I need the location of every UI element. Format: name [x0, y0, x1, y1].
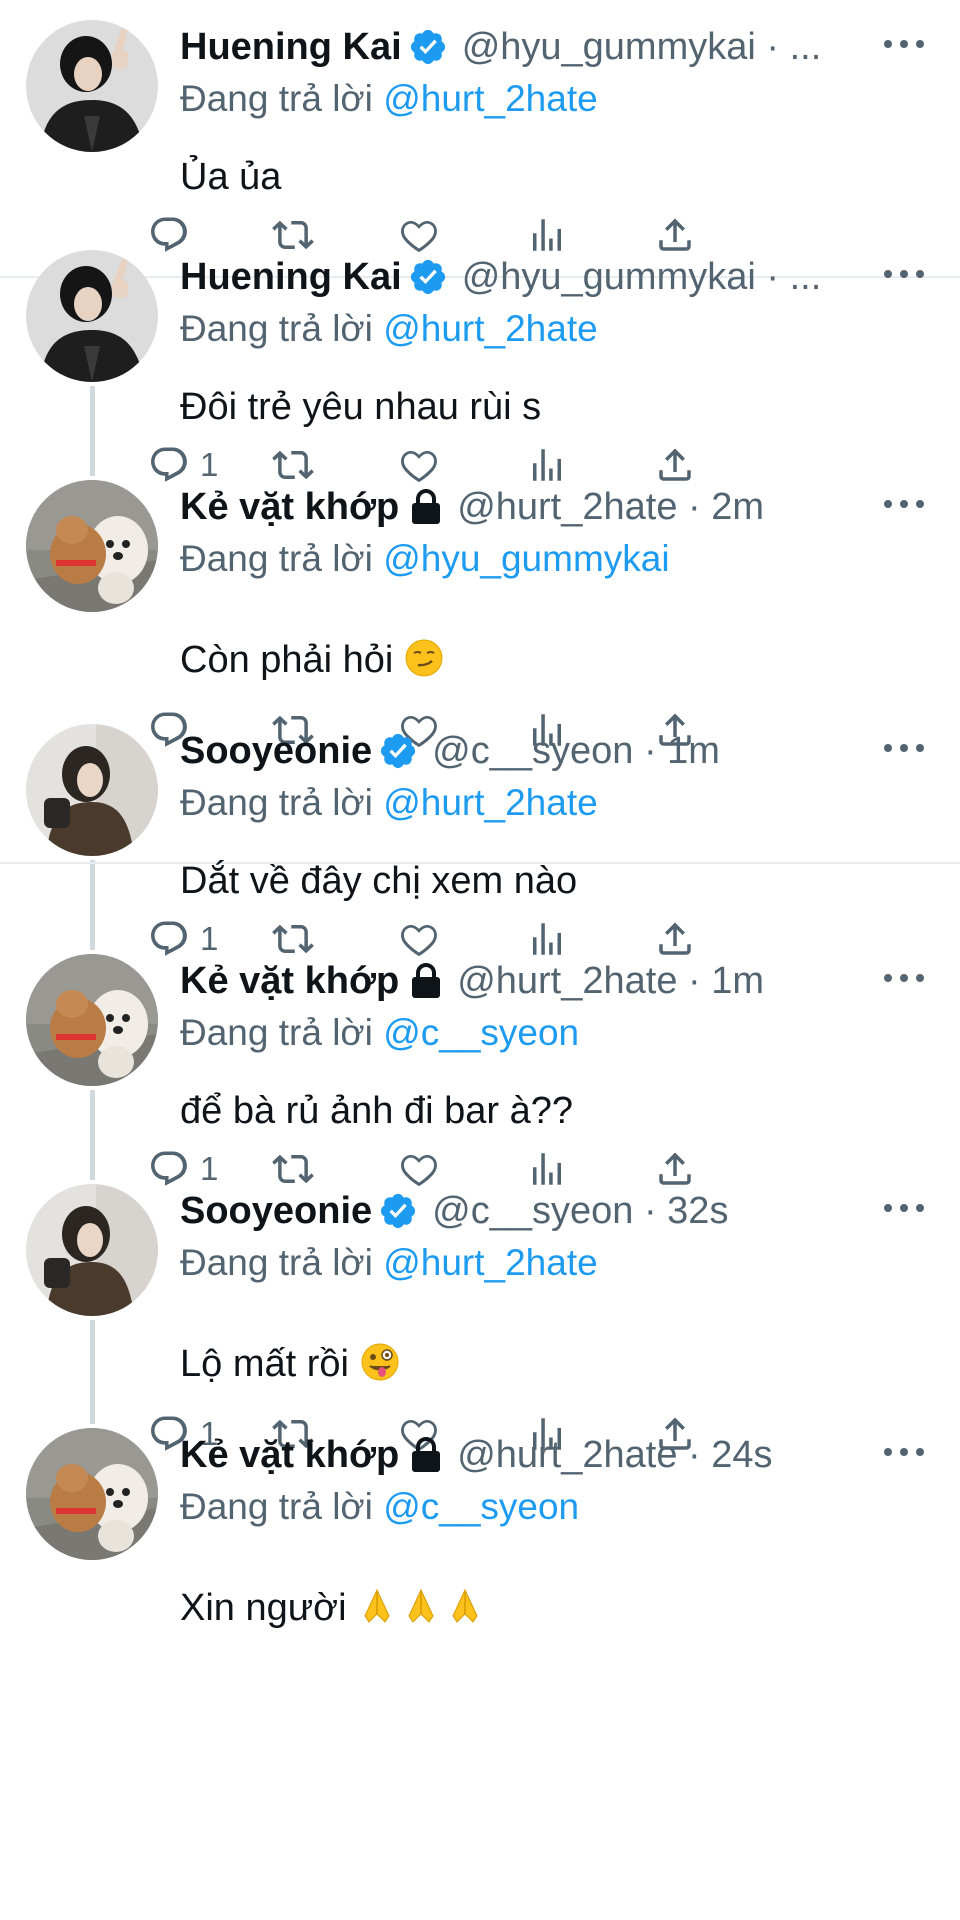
replying-to: Đang trả lời @hurt_2hate: [180, 74, 598, 124]
more-icon[interactable]: [884, 254, 924, 294]
tweet-header: Kẻ vặt khớp @hurt_2hate · 2m: [180, 482, 960, 532]
lock-icon: [412, 963, 441, 998]
reply-mention-link[interactable]: @hurt_2hate: [383, 782, 597, 823]
author-handle[interactable]: @hurt_2hate · 2m: [457, 482, 764, 532]
tweet[interactable]: Kẻ vặt khớp @hurt_2hate · 24s Đang trả lời…: [0, 1408, 960, 1648]
verified-icon: [381, 1193, 416, 1229]
reply-prefix: Đang trả lời: [180, 1486, 373, 1527]
tweet-body: Xin người: [180, 1587, 347, 1629]
tweet[interactable]: Kẻ vặt khớp @hurt_2hate · 1m Đang trả lời …: [0, 934, 960, 1187]
tweet-text: Còn phải hỏi: [180, 635, 444, 685]
tweet-text: Dắt về đây chị xem nào: [180, 856, 577, 906]
verified-icon: [410, 259, 445, 295]
avatar[interactable]: [26, 20, 158, 152]
tweet[interactable]: Sooyeonie @c__syeon · 32s Đang trả lời @hu…: [0, 1164, 960, 1452]
tweet-text: Xin người: [180, 1583, 489, 1633]
author-name[interactable]: Huening Kai: [180, 252, 402, 302]
tweet-text: Lộ mất rồi: [180, 1339, 400, 1389]
reply-prefix: Đang trả lời: [180, 308, 373, 349]
tweet-body: Ủa ủa: [180, 156, 282, 198]
reply-mention-link[interactable]: @hurt_2hate: [383, 1242, 597, 1283]
author-name[interactable]: Sooyeonie: [180, 1186, 372, 1236]
author-handle[interactable]: @c__syeon · 32s: [432, 1186, 728, 1236]
verified-icon: [381, 733, 416, 769]
replying-to: Đang trả lời @hurt_2hate: [180, 1238, 598, 1288]
reply-mention-link[interactable]: @hurt_2hate: [383, 78, 597, 119]
author-handle[interactable]: @hyu_gummykai · ...: [462, 252, 822, 302]
pray-emoji-icon: [452, 1588, 478, 1623]
tweet[interactable]: Kẻ vặt khớp @hurt_2hate · 2m Đang trả lời …: [0, 460, 960, 748]
reply-mention-link[interactable]: @c__syeon: [383, 1012, 579, 1053]
tweet-header: Kẻ vặt khớp @hurt_2hate · 1m: [180, 956, 960, 1006]
author-name[interactable]: Kẻ vặt khớp: [180, 482, 399, 532]
lock-icon: [412, 489, 441, 524]
replying-to: Đang trả lời @hurt_2hate: [180, 778, 598, 828]
avatar[interactable]: [26, 480, 158, 612]
author-handle[interactable]: @hyu_gummykai · ...: [462, 22, 822, 72]
author-name[interactable]: Sooyeonie: [180, 726, 372, 776]
tweet-text: Ủa ủa: [180, 152, 281, 202]
replying-to: Đang trả lời @hyu_gummykai: [180, 534, 670, 584]
tweet-body: Còn phải hỏi: [180, 639, 394, 681]
tweet-header: Kẻ vặt khớp @hurt_2hate · 24s: [180, 1430, 960, 1480]
tweet-header: Huening Kai @hyu_gummykai · ...: [180, 252, 960, 302]
author-name[interactable]: Kẻ vặt khớp: [180, 1430, 399, 1480]
tweet[interactable]: Sooyeonie @c__syeon · 1m Đang trả lời @hur…: [0, 704, 960, 957]
replying-to: Đang trả lời @c__syeon: [180, 1008, 579, 1058]
more-icon[interactable]: [884, 1188, 924, 1228]
reply-prefix: Đang trả lời: [180, 538, 373, 579]
reply-prefix: Đang trả lời: [180, 1242, 373, 1283]
author-handle[interactable]: @hurt_2hate · 1m: [457, 956, 764, 1006]
tweet-text: để bà rủ ảnh đi bar à??: [180, 1086, 573, 1136]
more-icon[interactable]: [884, 24, 924, 64]
tweet[interactable]: Huening Kai @hyu_gummykai · ... Đang trả l…: [0, 0, 960, 253]
author-name[interactable]: Kẻ vặt khớp: [180, 956, 399, 1006]
tweet-body: Đôi trẻ yêu nhau rùi s: [180, 386, 542, 428]
author-handle[interactable]: @c__syeon · 1m: [432, 726, 720, 776]
emoji-icon: [361, 1343, 399, 1381]
avatar[interactable]: [26, 250, 158, 382]
tweet-body: Lộ mất rồi: [180, 1343, 349, 1385]
reply-mention-link[interactable]: @c__syeon: [383, 1486, 579, 1527]
avatar[interactable]: [26, 1428, 158, 1560]
author-handle[interactable]: @hurt_2hate · 24s: [457, 1430, 772, 1480]
reply-mention-link[interactable]: @hurt_2hate: [383, 308, 597, 349]
more-icon[interactable]: [884, 958, 924, 998]
pray-emoji-icon: [364, 1588, 390, 1623]
reply-prefix: Đang trả lời: [180, 1012, 373, 1053]
replying-to: Đang trả lời @c__syeon: [180, 1482, 579, 1532]
tweet-header: Sooyeonie @c__syeon · 1m: [180, 726, 960, 776]
more-icon[interactable]: [884, 1432, 924, 1472]
avatar[interactable]: [26, 724, 158, 856]
reply-prefix: Đang trả lời: [180, 78, 373, 119]
author-name[interactable]: Huening Kai: [180, 22, 402, 72]
tweet-text: Đôi trẻ yêu nhau rùi s: [180, 382, 541, 432]
emoji-icon: [405, 639, 443, 677]
lock-icon: [412, 1437, 441, 1472]
tweet-body: Dắt về đây chị xem nào: [180, 860, 578, 902]
replying-to: Đang trả lời @hurt_2hate: [180, 304, 598, 354]
tweet-body: để bà rủ ảnh đi bar à??: [180, 1090, 573, 1132]
more-icon[interactable]: [884, 484, 924, 524]
avatar[interactable]: [26, 954, 158, 1086]
pray-emoji-icon: [408, 1588, 434, 1623]
reply-prefix: Đang trả lời: [180, 782, 373, 823]
more-icon[interactable]: [884, 728, 924, 768]
tweet[interactable]: Huening Kai @hyu_gummykai · ... Đang trả l…: [0, 230, 960, 483]
tweet-header: Huening Kai @hyu_gummykai · ...: [180, 22, 960, 72]
verified-icon: [410, 29, 445, 65]
tweet-header: Sooyeonie @c__syeon · 32s: [180, 1186, 960, 1236]
avatar[interactable]: [26, 1184, 158, 1316]
reply-mention-link[interactable]: @hyu_gummykai: [383, 538, 669, 579]
